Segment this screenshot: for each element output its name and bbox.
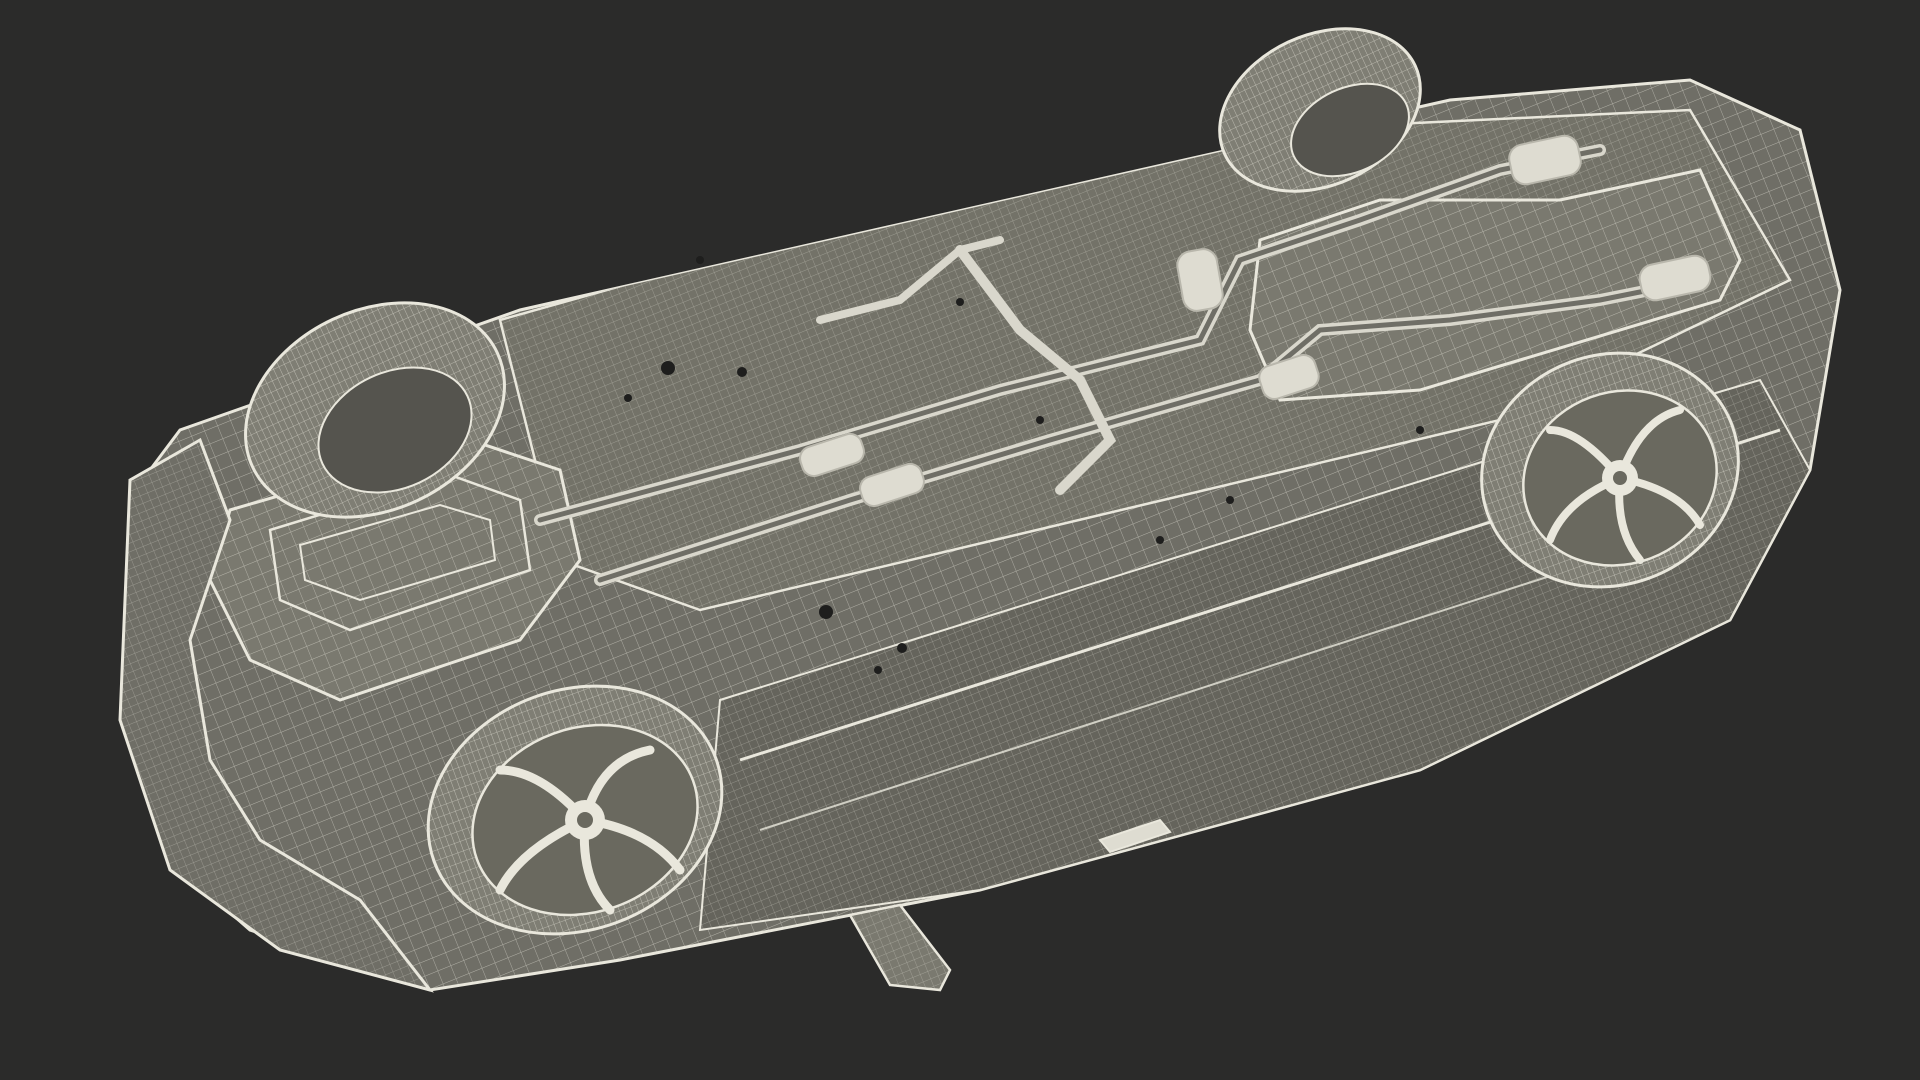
car-wireframe-render — [118, 27, 1842, 993]
render-viewport — [0, 0, 1920, 1080]
side-mirror — [848, 903, 952, 992]
